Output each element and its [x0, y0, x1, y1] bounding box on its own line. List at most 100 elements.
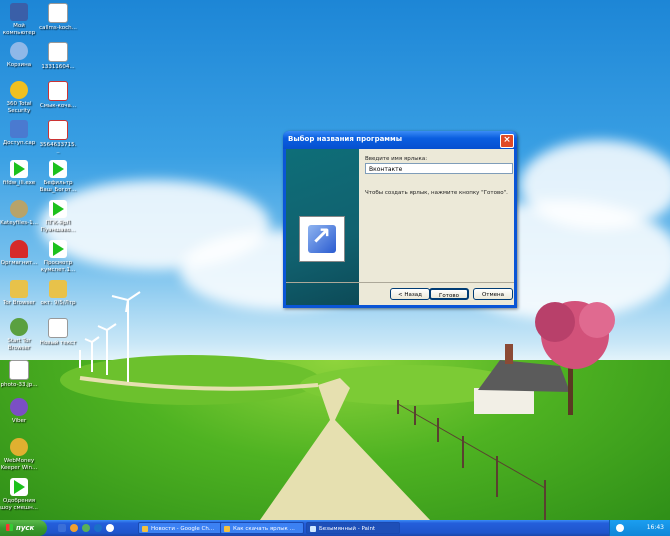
desktop-icon-label: Бефильтр Ваш_Богот... [39, 180, 77, 193]
desktop-icon-photo[interactable]: photo-33.jp... [0, 360, 38, 389]
taskbar: пуск Новости - Google Ch... Как скачать … [0, 520, 670, 536]
start-button[interactable]: пуск [0, 520, 47, 536]
document-icon [48, 120, 68, 140]
taskbar-item-label: Новости - Google Ch... [151, 526, 215, 532]
recycle-bin-icon [10, 42, 28, 60]
desktop-icon-3564633715[interactable]: 3564633715... [39, 120, 77, 155]
windows-logo-icon [6, 524, 13, 531]
desktop-icon-start-tor[interactable]: Start Tor Browser [0, 318, 38, 351]
viber-icon [10, 398, 28, 416]
desktop-icon-label: 360 Total Security [6, 101, 32, 114]
shortcut-icon [299, 216, 345, 262]
side-path [79, 376, 319, 391]
desktop-icon-odobreniya[interactable]: Одобрения шоу смешн... [0, 478, 38, 511]
desktop-icon-label: Доступ.сар [2, 140, 36, 146]
desktop-icon-13311604[interactable]: 13311604... [39, 42, 77, 71]
desktop-icon-label: Корзина [6, 62, 32, 68]
desktop-background: Мой компьютер Корзина 360 Total Security… [0, 0, 670, 520]
folder-icon [10, 280, 28, 298]
desktop-icon-label: 13311604... [41, 64, 75, 70]
taskbar-item-label: Как скачать ярлык ... [233, 526, 295, 532]
close-icon[interactable]: × [500, 134, 514, 148]
desktop-icon-label: Смык-коча... [39, 103, 77, 109]
folder-icon [49, 280, 67, 298]
system-tray: 16:43 [609, 520, 670, 536]
yandex-icon[interactable] [106, 524, 114, 532]
shield-icon [10, 81, 28, 99]
desktop-icon-recycle-bin[interactable]: Корзина [0, 42, 38, 69]
chrome-icon [224, 526, 230, 532]
tray-icon[interactable] [616, 524, 624, 532]
desktop-icon-label: Tor Browser [2, 300, 36, 306]
paint-icon [310, 526, 316, 532]
desktop-icon-label: 3564633715... [39, 142, 77, 155]
taskbar-item-paint[interactable]: Безымянный - Paint [306, 522, 400, 534]
finish-button[interactable]: Готово [429, 288, 469, 300]
taskbar-item-article[interactable]: Как скачать ярлык ... [220, 522, 304, 534]
shortcut-name-input[interactable]: Вконтакте [365, 163, 513, 174]
desktop-icon-label: Оргмагнит... [0, 260, 38, 266]
desktop-icon-network[interactable]: Доступ.сар [0, 120, 38, 147]
desktop-icon-pgk[interactable]: ПГК-ЯрЛ Пуаншаво... [39, 200, 77, 233]
desktop-icon-viber[interactable]: Viber [0, 398, 38, 425]
play-icon [49, 240, 67, 258]
cancel-button[interactable]: Отмена [473, 288, 513, 300]
network-icon [10, 120, 28, 138]
desktop-icon-label: ПГК-ЯрЛ Пуаншаво... [40, 220, 76, 233]
desktop-icon-callms[interactable]: callms-koch... [39, 3, 77, 32]
desktop-icon-label: fifdw_ili.exe [2, 180, 36, 186]
desktop-icon-befiltr[interactable]: Бефильтр Ваш_Богот... [39, 160, 77, 193]
browser-icon[interactable] [70, 524, 78, 532]
text-file-icon [48, 318, 68, 338]
instruction-text: Чтобы создать ярлык, нажмите кнопку "Гот… [365, 190, 508, 196]
taskbar-item-label: Безымянный - Paint [319, 526, 376, 532]
start-label: пуск [16, 524, 35, 532]
desktop-icon-360-security[interactable]: 360 Total Security [0, 81, 38, 114]
document-icon [48, 42, 68, 62]
taskbar-item-chrome[interactable]: Новости - Google Ch... [138, 522, 223, 534]
desktop-icon-label: Kateyfiles-1... [0, 220, 38, 226]
desktop-icon-prosmotr[interactable]: Просмотр кумспет.1... [39, 240, 77, 273]
desktop-icon-tor-folder[interactable]: Tor Browser [0, 280, 38, 307]
wind-turbines [79, 291, 141, 382]
create-shortcut-dialog: Выбор названия программы × Введите имя я… [283, 131, 517, 308]
play-icon [49, 160, 67, 178]
computer-icon [10, 3, 28, 21]
desktop-icon-label: Просмотр кумспет.1... [40, 260, 76, 273]
magnet-icon [10, 240, 28, 258]
desktop-icon-label: Одобрения шоу смешн... [0, 498, 38, 511]
desktop-icon-label: Мой компьютер [2, 23, 36, 36]
desktop-icon-my-computer[interactable]: Мой компьютер [0, 3, 38, 36]
image-icon [9, 360, 29, 380]
desktop-icon-kateyfiles[interactable]: Kateyfiles-1... [0, 200, 38, 227]
desktop-icon-label: Новый текст [39, 340, 77, 346]
dialog-titlebar[interactable]: Выбор названия программы × [283, 131, 517, 149]
chrome-icon [142, 526, 148, 532]
desktop-icon-magnet[interactable]: Оргмагнит... [0, 240, 38, 267]
chrome-icon[interactable] [82, 524, 90, 532]
desktop-icon-smyk[interactable]: Смык-коча... [39, 81, 77, 110]
button-separator [286, 282, 514, 283]
dialog-title: Выбор названия программы [288, 135, 403, 143]
media-player-icon[interactable] [94, 524, 102, 532]
play-icon [49, 200, 67, 218]
desktop-icon-webmoney[interactable]: WebMoney Keeper Win... [0, 438, 38, 471]
back-button[interactable]: < Назад [390, 288, 430, 300]
document-icon [48, 3, 68, 23]
globe-icon [10, 318, 28, 336]
desktop-icon-new-text[interactable]: Новый текст [39, 318, 77, 347]
show-desktop-icon[interactable] [58, 524, 66, 532]
desktop-icon-fifdw[interactable]: fifdw_ili.exe [0, 160, 38, 187]
desktop-icon-label: callms-koch... [39, 25, 77, 31]
document-icon [48, 81, 68, 101]
webmoney-icon [10, 438, 28, 456]
desktop-icon-label: WebMoney Keeper Win... [0, 458, 38, 471]
fence [397, 400, 546, 520]
shortcut-arrow-icon [308, 222, 336, 253]
shortcut-name-label: Введите имя ярлыка: [365, 156, 428, 162]
desktop-icon-label: photo-33.jp... [0, 382, 38, 388]
desktop-icon-folder[interactable]: окт: 9/5/Лтр [39, 280, 77, 307]
play-icon [10, 478, 28, 496]
dirt-path [260, 378, 430, 520]
desktop-icon-label: окт: 9/5/Лтр [40, 300, 76, 306]
